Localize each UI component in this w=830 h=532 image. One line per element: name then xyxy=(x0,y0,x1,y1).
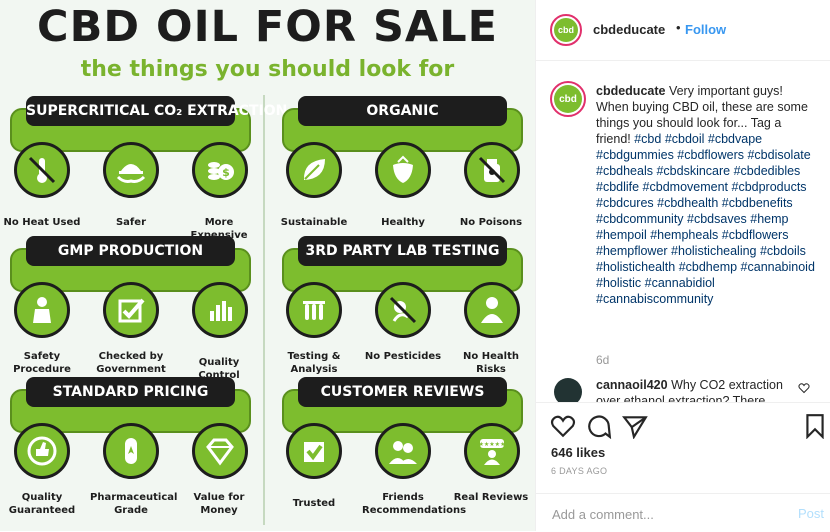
separator-dot: • xyxy=(676,20,681,35)
caption-area: cbd cbdeducate Very important guys! When… xyxy=(536,61,830,401)
comment-input[interactable] xyxy=(550,504,774,524)
caption-friends-recommendations: Friends Recommendations xyxy=(362,492,467,516)
bookmark-icon[interactable] xyxy=(802,413,828,439)
caption-avatar[interactable]: cbd xyxy=(550,81,586,117)
caption-text: cbdeducate Very important guys! When buy… xyxy=(596,83,818,307)
username-link[interactable]: cbdeducate xyxy=(593,22,665,37)
caption-checked-by-government: Checked by Government xyxy=(96,351,166,375)
caption-username[interactable]: cbdeducate xyxy=(596,84,665,98)
caption-value-for-money: Value for Money xyxy=(193,492,245,516)
follow-button[interactable]: Follow xyxy=(685,22,726,37)
share-icon[interactable] xyxy=(622,413,648,439)
caption-sustainable: Sustainable xyxy=(280,217,348,228)
caption-real-reviews: Real Reviews xyxy=(453,492,529,503)
caption-no-heat-used: No Heat Used xyxy=(3,217,81,228)
post-comment-button[interactable]: Post xyxy=(798,506,824,521)
doctor-icon xyxy=(464,282,520,338)
no-thermometer-icon xyxy=(14,142,70,198)
section-organic: ORGANIC Sustainable Healthy No Poisons xyxy=(280,94,525,228)
post-header: cbd cbdeducate • Follow xyxy=(536,0,830,61)
caption-safety-procedure: Safety Procedure xyxy=(13,351,71,375)
thumbs-up-badge-icon xyxy=(14,423,70,479)
section-label: SUPERCRITICAL CO₂ EXTRACTION xyxy=(26,96,287,126)
caption-quality-guaranteed: Quality Guaranteed xyxy=(8,492,76,516)
section-label: ORGANIC xyxy=(298,96,507,126)
avatar[interactable]: cbd xyxy=(550,14,582,46)
section-third-party-lab-testing: 3RD PARTY LAB TESTING Testing & Analysis… xyxy=(280,234,525,375)
caption-safer: Safer xyxy=(115,217,146,228)
protective-suit-icon xyxy=(14,282,70,338)
caption-no-health-risks: No Health Risks xyxy=(463,351,519,375)
hardhat-hands-icon xyxy=(103,142,159,198)
svg-text:$: $ xyxy=(222,166,230,179)
test-tubes-icon xyxy=(286,282,342,338)
add-comment-bar: Post xyxy=(536,493,830,532)
section-label: CUSTOMER REVIEWS xyxy=(298,377,507,407)
leaf-icon xyxy=(286,142,342,198)
caption-testing-analysis: Testing & Analysis xyxy=(287,351,341,375)
section-label: GMP PRODUCTION xyxy=(26,236,235,266)
diamond-icon xyxy=(192,423,248,479)
comment-username[interactable]: cannaoil420 xyxy=(596,378,668,392)
infographic-subtitle: the things you should look for xyxy=(80,57,455,82)
section-label: 3RD PARTY LAB TESTING xyxy=(298,236,507,266)
caption-no-poisons: No Poisons xyxy=(459,217,523,228)
comment-like-icon[interactable] xyxy=(798,382,810,394)
caption-healthy: Healthy xyxy=(381,217,425,228)
coins-icon: $ xyxy=(192,142,248,198)
rating-person-icon: ★★★★★ xyxy=(464,423,520,479)
checkbox-icon xyxy=(103,282,159,338)
infographic-title: CBD OIL FOR SALE xyxy=(37,2,498,52)
caption-pharmaceutical-grade: Pharmaceutical Grade xyxy=(90,492,178,516)
strawberry-icon xyxy=(375,142,431,198)
section-standard-pricing: STANDARD PRICING Quality Guaranteed Phar… xyxy=(8,375,253,516)
no-spray-icon xyxy=(375,282,431,338)
capsule-leaf-icon xyxy=(103,423,159,479)
section-label: STANDARD PRICING xyxy=(26,377,235,407)
check-square-icon xyxy=(286,423,342,479)
post-age: 6d xyxy=(596,353,610,367)
caption-hashtags[interactable]: #cbd #cbdoil #cbdvape #cbdgummies #cbdfl… xyxy=(596,132,815,306)
comment: cannaoil420 Why CO2 extraction over etha… xyxy=(536,374,830,402)
section-supercritical-extraction: SUPERCRITICAL CO₂ EXTRACTION $ No Heat U… xyxy=(4,94,287,241)
people-icon xyxy=(375,423,431,479)
section-gmp-production: GMP PRODUCTION Safety Procedure Checked … xyxy=(8,234,253,381)
post-date: 6 DAYS AGO xyxy=(551,466,608,476)
caption-trusted: Trusted xyxy=(292,498,336,509)
comment-avatar[interactable] xyxy=(554,378,582,402)
post-image[interactable]: CBD OIL FOR SALE the things you should l… xyxy=(0,0,535,531)
comment-icon[interactable] xyxy=(586,413,612,439)
no-poison-bottle-icon xyxy=(464,142,520,198)
section-customer-reviews: CUSTOMER REVIEWS ★★★★★ Trusted Friends R… xyxy=(280,375,528,516)
divider xyxy=(263,95,265,525)
likes-count[interactable]: 646 likes xyxy=(551,445,605,460)
post-sidebar: cbd cbdeducate • Follow cbd cbdeducate V… xyxy=(535,0,830,531)
post-actions: 646 likes 6 DAYS AGO Post xyxy=(536,402,830,531)
svg-text:★★★★★: ★★★★★ xyxy=(479,441,506,448)
caption-no-pesticides: No Pesticides xyxy=(364,351,442,362)
like-icon[interactable] xyxy=(550,413,576,439)
bar-chart-icon xyxy=(192,282,248,338)
